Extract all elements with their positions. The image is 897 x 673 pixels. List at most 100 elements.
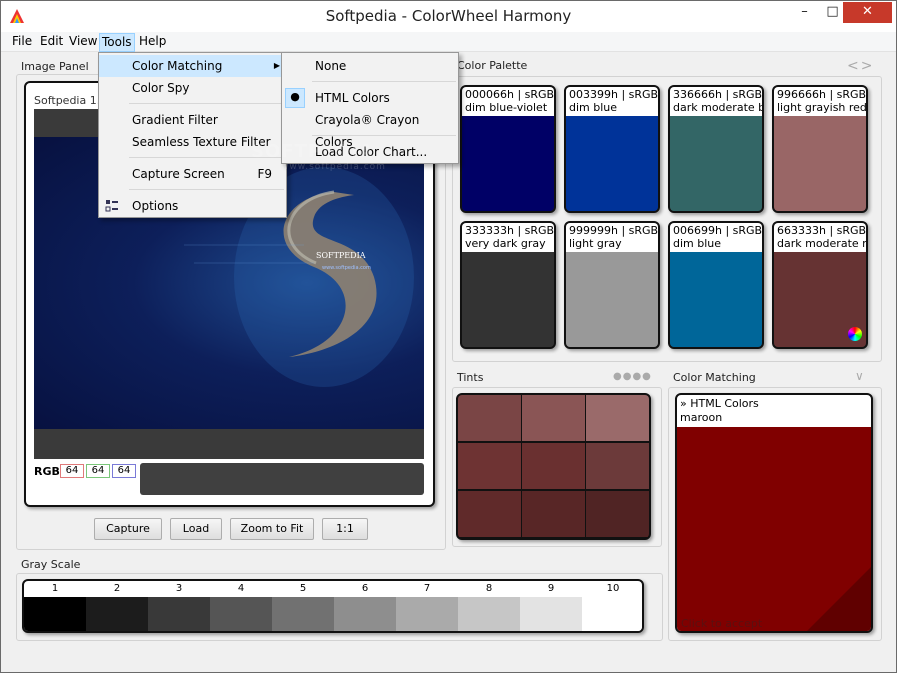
gray-scale-step-number: 1 — [51, 583, 59, 594]
capture-button[interactable]: Capture — [94, 518, 162, 540]
palette-color-card[interactable]: 999999h | sRGB light gray — [564, 221, 660, 349]
menu-tools[interactable]: Tools — [99, 33, 135, 52]
palette-card-swatch[interactable] — [462, 116, 554, 211]
palette-color-card[interactable]: 336666h | sRGB dark moderate bl — [668, 85, 764, 213]
tint-swatch[interactable] — [458, 395, 521, 441]
gray-scale-swatch[interactable] — [334, 597, 396, 631]
gray-scale-swatch[interactable] — [458, 597, 520, 631]
palette-card-hex: 003399h | sRGB — [569, 88, 658, 101]
rgb-blue-value: 64 — [112, 464, 136, 478]
menu-item-capture-screen-label: Capture Screen — [132, 167, 225, 181]
tint-swatch[interactable] — [586, 491, 649, 537]
picked-color-swatch — [140, 463, 424, 495]
tint-swatch[interactable] — [522, 443, 585, 489]
tint-swatch[interactable] — [458, 491, 521, 537]
palette-card-hex: 006699h | sRGB — [673, 224, 762, 237]
palette-card-swatch[interactable] — [774, 116, 866, 211]
color-palette-label: Color Palette — [457, 59, 528, 72]
menu-item-options[interactable]: Options — [99, 195, 286, 217]
submenu-item-none[interactable]: None — [282, 55, 458, 77]
gray-scale-step-number: 9 — [547, 583, 555, 594]
gray-scale-strip: 1 2 3 4 5 6 7 8 9 10 — [22, 579, 644, 633]
tint-swatch[interactable] — [458, 443, 521, 489]
rgb-red-value: 64 — [60, 464, 84, 478]
gray-scale-step-number: 3 — [175, 583, 183, 594]
gray-scale-step-number: 2 — [113, 583, 121, 594]
palette-card-color-name: dim blue — [673, 237, 722, 250]
gray-scale-step-number: 10 — [606, 583, 620, 594]
gray-scale-swatch[interactable] — [86, 597, 148, 631]
color-matching-source: » HTML Colors — [680, 397, 759, 410]
load-button[interactable]: Load — [170, 518, 222, 540]
tint-swatch[interactable] — [522, 395, 585, 441]
zoom-to-fit-button[interactable]: Zoom to Fit — [230, 518, 314, 540]
menu-item-color-matching[interactable]: Color Matching ▶ — [99, 55, 286, 77]
palette-card-color-name: dim blue — [569, 101, 618, 114]
softpedia-watermark: SOFTPEDIA www.softpedia.com — [251, 141, 386, 172]
menu-file[interactable]: File — [10, 33, 34, 52]
menu-item-color-spy[interactable]: Color Spy — [99, 77, 286, 99]
palette-card-swatch[interactable] — [566, 252, 658, 347]
gray-scale-swatch[interactable] — [396, 597, 458, 631]
palette-card-swatch[interactable] — [670, 252, 762, 347]
palette-card-hex: 996666h | sRGB — [777, 88, 866, 101]
submenu-item-crayon-colors[interactable]: Crayola® Crayon Colors — [282, 109, 458, 149]
submenu-item-html-colors[interactable]: ● HTML Colors — [282, 87, 458, 109]
gray-scale-swatch[interactable] — [520, 597, 582, 631]
tint-swatch[interactable] — [586, 443, 649, 489]
palette-color-card[interactable]: 006699h | sRGB dim blue — [668, 221, 764, 349]
rgb-label: RGB — [34, 465, 60, 478]
palette-color-card[interactable]: 003399h | sRGB dim blue — [564, 85, 660, 213]
tint-swatch[interactable] — [522, 491, 585, 537]
rgb-green-value: 64 — [86, 464, 110, 478]
minimize-button[interactable]: – — [791, 2, 818, 24]
gray-scale-step-number: 7 — [423, 583, 431, 594]
palette-card-hex: 663333h | sRGB — [777, 224, 866, 237]
palette-card-swatch[interactable] — [670, 116, 762, 211]
palette-color-card[interactable]: 663333h | sRGB dark moderate re — [772, 221, 868, 349]
palette-card-hex: 000066h | sRGB — [465, 88, 554, 101]
color-matching-name: maroon — [680, 411, 723, 424]
palette-card-header: 336666h | sRGB dark moderate bl — [670, 87, 762, 116]
close-button[interactable]: ✕ — [843, 2, 892, 23]
palette-card-hex: 333333h | sRGB — [465, 224, 554, 237]
gray-scale-swatch[interactable] — [24, 597, 86, 631]
palette-card-color-name: dim blue-violet — [465, 101, 548, 114]
one-to-one-button[interactable]: 1:1 — [322, 518, 368, 540]
palette-card-swatch[interactable] — [462, 252, 554, 347]
palette-card-swatch[interactable] — [566, 116, 658, 211]
palette-nav-arrows[interactable]: <> — [847, 58, 874, 74]
palette-card-header: 000066h | sRGB dim blue-violet — [462, 87, 554, 116]
palette-card-color-name: very dark gray — [465, 237, 546, 250]
tints-page-dots[interactable]: ●●●● — [613, 371, 652, 382]
menu-view[interactable]: View — [67, 33, 99, 52]
palette-card-color-name: light gray — [569, 237, 622, 250]
menu-help[interactable]: Help — [137, 33, 168, 52]
palette-card-hex: 999999h | sRGB — [569, 224, 658, 237]
palette-card-color-name: dark moderate bl — [673, 101, 762, 114]
menu-edit[interactable]: Edit — [38, 33, 65, 52]
palette-card-header: 996666h | sRGB light grayish red- — [774, 87, 866, 116]
tint-swatch[interactable] — [586, 395, 649, 441]
gray-scale-swatch[interactable] — [582, 597, 642, 631]
menu-separator — [129, 103, 284, 104]
menu-item-gradient-filter[interactable]: Gradient Filter — [99, 109, 286, 131]
tints-label: Tints — [457, 371, 484, 384]
palette-color-card[interactable]: 000066h | sRGB dim blue-violet — [460, 85, 556, 213]
color-matching-collapse-icon[interactable]: ∨ — [855, 369, 864, 383]
color-wheel-icon[interactable] — [848, 327, 862, 341]
tints-grid — [456, 393, 651, 540]
gray-scale-swatch[interactable] — [272, 597, 334, 631]
palette-color-card[interactable]: 996666h | sRGB light grayish red- — [772, 85, 868, 213]
palette-card-header: 999999h | sRGB light gray — [566, 223, 658, 252]
palette-color-card[interactable]: 333333h | sRGB very dark gray — [460, 221, 556, 349]
softpedia-watermark-url: www.softpedia.com — [281, 162, 386, 172]
gray-scale-swatch[interactable] — [210, 597, 272, 631]
submenu-item-html-colors-label: HTML Colors — [315, 91, 390, 105]
click-to-accept-hint: Click to accept — [681, 617, 763, 630]
maximize-button[interactable]: □ — [819, 2, 846, 24]
gray-scale-swatch[interactable] — [148, 597, 210, 631]
menu-item-color-matching-label: Color Matching — [132, 59, 223, 73]
color-matching-swatch[interactable] — [677, 427, 871, 631]
color-matching-card[interactable]: » HTML Colors maroon Click to accept — [675, 393, 873, 633]
